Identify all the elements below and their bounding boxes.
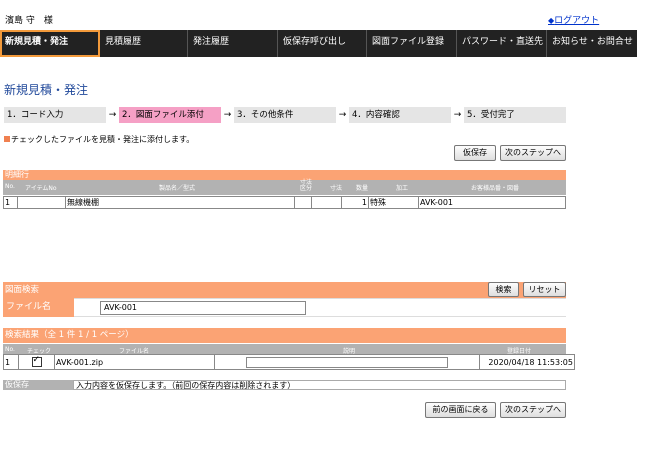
main-nav: 新規見積・発注 見積履歴 発注履歴 仮保存呼び出し 図面ファイル登録 パスワード… — [0, 30, 637, 57]
save-draft-button[interactable]: 仮保存 — [454, 145, 496, 161]
step-indicator: 1．コード入力 → 2．図面ファイル添付 → 3．その他条件 → 4．内容確認 … — [4, 107, 566, 123]
step-drawing-attach: 2．図面ファイル添付 — [119, 107, 221, 123]
col-no: No. — [5, 183, 15, 190]
details-title: 明細行 — [3, 170, 566, 180]
nav-new-quote[interactable]: 新規見積・発注 — [0, 30, 100, 57]
nav-order-history[interactable]: 発注履歴 — [188, 30, 278, 57]
description-input[interactable] — [246, 356, 448, 368]
cell-item-no — [17, 196, 66, 209]
draft-description: 入力内容を仮保存します。（前回の保存内容は削除されます） — [73, 380, 566, 390]
cell-no: 1 — [3, 354, 19, 370]
filename-label: ファイル名 — [3, 298, 74, 317]
reset-button[interactable]: リセット — [523, 282, 566, 297]
cell-dim — [311, 196, 342, 209]
instruction-label: チェックしたファイルを見積・発注に添付します。 — [11, 135, 195, 144]
drawing-search-title: 図面検索 — [3, 282, 566, 298]
search-button[interactable]: 検索 — [488, 282, 519, 297]
results-title: 検索結果（全 1 件 1 / 1 ページ） — [3, 328, 566, 343]
col-product: 製品名／型式 — [159, 185, 196, 192]
step-complete: 5．受付完了 — [464, 107, 566, 123]
back-button[interactable]: 前の画面に戻る — [425, 402, 496, 418]
page-title: 新規見積・発注 — [4, 83, 89, 97]
step-other-conditions: 3．その他条件 — [234, 107, 336, 123]
square-bullet-icon — [4, 136, 10, 142]
details-header: No. アイテムNo 製品名／型式 寸法区分 寸法 数量 加工 お客様品番・図番 — [3, 180, 566, 195]
arrow-right-icon: → — [223, 110, 232, 120]
logout-label: ログアウト — [554, 16, 600, 26]
col-qty: 数量 — [356, 185, 369, 192]
col-customer-code: お客様品番・図番 — [471, 185, 520, 192]
step-confirm: 4．内容確認 — [349, 107, 451, 123]
results-table: 1 AVK-001.zip 2020/04/18 11:53:05 — [3, 354, 575, 370]
nav-drawing-register[interactable]: 図面ファイル登録 — [367, 30, 457, 57]
col-no: No. — [5, 346, 15, 353]
cell-process: 特殊 — [368, 196, 419, 209]
nav-news-contact[interactable]: お知らせ・お問合せ — [547, 30, 637, 57]
cell-dim-kbn — [294, 196, 312, 209]
next-step-bottom-button[interactable]: 次のステップへ — [500, 402, 566, 418]
instruction-text: チェックしたファイルを見積・発注に添付します。 — [4, 134, 194, 145]
col-dim: 寸法 — [330, 185, 343, 192]
next-step-button[interactable]: 次のステップへ — [500, 145, 566, 161]
cell-registered: 2020/04/18 11:53:05 — [479, 354, 575, 370]
table-row: 1 AVK-001.zip 2020/04/18 11:53:05 — [3, 354, 575, 370]
draft-label: 仮保存 — [3, 380, 73, 390]
cell-product: 無線機棚 — [65, 196, 295, 209]
filename-input[interactable]: AVK-001 — [100, 301, 306, 315]
arrow-right-icon: → — [338, 110, 347, 120]
results-header: No. チェック ファイル名 説明 登録日付 — [3, 344, 566, 355]
file-checkbox[interactable] — [31, 355, 42, 367]
arrow-right-icon: → — [108, 110, 117, 120]
step-code-input: 1．コード入力 — [4, 107, 106, 123]
cell-filename: AVK-001.zip — [54, 354, 215, 370]
details-table: 1 無線機棚 1 特殊 AVK-001 — [3, 196, 566, 209]
nav-quote-history[interactable]: 見積履歴 — [100, 30, 188, 57]
col-dim-kbn: 寸法区分 — [300, 179, 313, 192]
logout-link[interactable]: ◆ログアウト — [548, 13, 599, 26]
cell-no: 1 — [3, 196, 18, 209]
cell-check — [18, 354, 55, 370]
table-row: 1 無線機棚 1 特殊 AVK-001 — [3, 196, 566, 209]
cell-qty: 1 — [341, 196, 369, 209]
arrow-right-icon: → — [453, 110, 462, 120]
user-name: 濱島 守 様 — [5, 16, 53, 26]
cell-description — [214, 354, 480, 370]
nav-password-shipping[interactable]: パスワード・直送先 — [457, 30, 547, 57]
col-item-no: アイテムNo — [25, 185, 57, 192]
col-process: 加工 — [396, 185, 409, 192]
nav-draft-recall[interactable]: 仮保存呼び出し — [278, 30, 367, 57]
cell-customer-code: AVK-001 — [418, 196, 566, 209]
